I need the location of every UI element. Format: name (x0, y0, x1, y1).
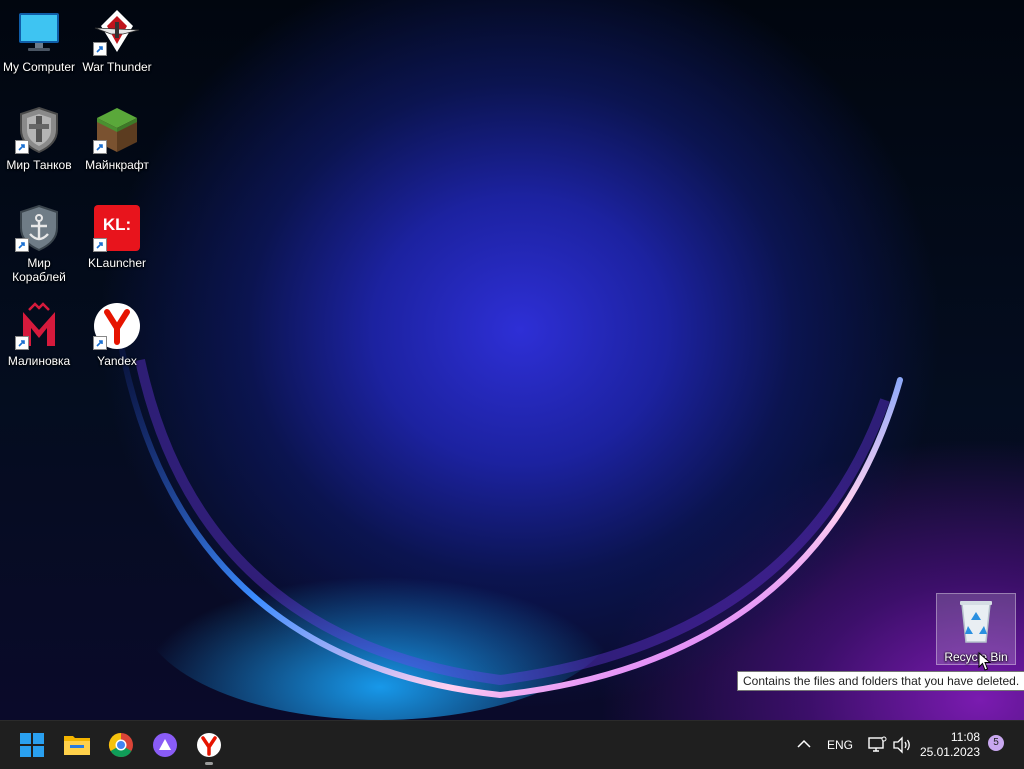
network-icon[interactable] (867, 736, 887, 754)
yandex-browser-icon (93, 302, 141, 350)
icon-label: KLauncher (87, 256, 147, 270)
windows-start-icon (20, 733, 44, 757)
taskbar: ENG 11:08 25.01.2023 (0, 720, 1024, 769)
yandex-browser-taskbar-button[interactable] (193, 729, 225, 761)
desktop-icon-klauncher[interactable]: KL: KLauncher (78, 204, 156, 270)
mouse-pointer-icon (978, 652, 992, 671)
desktop-icon-recycle-bin[interactable]: Recycle Bin (936, 593, 1016, 665)
notification-count-badge[interactable]: 5 (988, 735, 1004, 751)
clock-time: 11:08 (950, 730, 980, 744)
shortcut-arrow-icon (93, 140, 107, 154)
shortcut-arrow-icon (93, 336, 107, 350)
folder-icon (64, 736, 90, 755)
desktop-icon-mir-korabley[interactable]: Мир Кораблей (0, 204, 78, 284)
klauncher-icon: KL: (93, 204, 141, 252)
volume-icon[interactable] (892, 736, 912, 754)
desktop-icon-war-thunder[interactable]: War Thunder (78, 8, 156, 74)
clock-date: 25.01.2023 (919, 745, 980, 759)
icon-label: Yandex (97, 354, 137, 368)
start-button[interactable] (16, 729, 48, 761)
shortcut-arrow-icon (93, 238, 107, 252)
icon-label: Мир Танков (6, 158, 72, 172)
war-thunder-icon (93, 8, 141, 56)
icon-label: My Computer (2, 60, 76, 74)
running-indicator (205, 762, 213, 765)
tank-shield-icon (15, 106, 63, 154)
desktop-icon-mir-tankov[interactable]: Мир Танков (0, 106, 78, 172)
file-explorer-button[interactable] (61, 729, 93, 761)
desktop-icon-malinovka[interactable]: Малиновка (0, 302, 78, 368)
language-indicator[interactable]: ENG (827, 738, 853, 752)
shortcut-arrow-icon (93, 42, 107, 56)
ship-anchor-shield-icon (15, 204, 63, 252)
chrome-button[interactable] (105, 729, 137, 761)
show-hidden-icons-chevron-icon[interactable] (797, 739, 811, 749)
yandex-browser-icon (197, 733, 221, 757)
icon-label: War Thunder (82, 60, 152, 74)
shortcut-arrow-icon (15, 336, 29, 350)
minecraft-grass-block-icon (93, 106, 141, 154)
clock[interactable]: 11:08 25.01.2023 (916, 730, 980, 760)
recycle-bin-icon (952, 598, 1000, 646)
recycle-bin-tooltip: Contains the files and folders that you … (737, 671, 1024, 691)
icon-label: Recycle Bin (944, 650, 1008, 664)
shortcut-arrow-icon (15, 238, 29, 252)
desktop-icon-my-computer[interactable]: My Computer (0, 8, 78, 74)
desktop-icon-yandex[interactable]: Yandex (78, 302, 156, 368)
alice-button[interactable] (149, 729, 181, 761)
icon-label: Малиновка (7, 354, 71, 368)
malinovka-m-icon (15, 302, 63, 350)
alice-assistant-icon (153, 733, 177, 757)
klauncher-badge-text: KL: (102, 215, 132, 234)
computer-monitor-icon (15, 8, 63, 56)
desktop-icon-minecraft[interactable]: Майнкрафт (78, 106, 156, 172)
icon-label: Майнкрафт (85, 158, 149, 172)
chrome-icon (108, 733, 133, 758)
icon-label: Мир Кораблей (12, 256, 66, 284)
shortcut-arrow-icon (15, 140, 29, 154)
